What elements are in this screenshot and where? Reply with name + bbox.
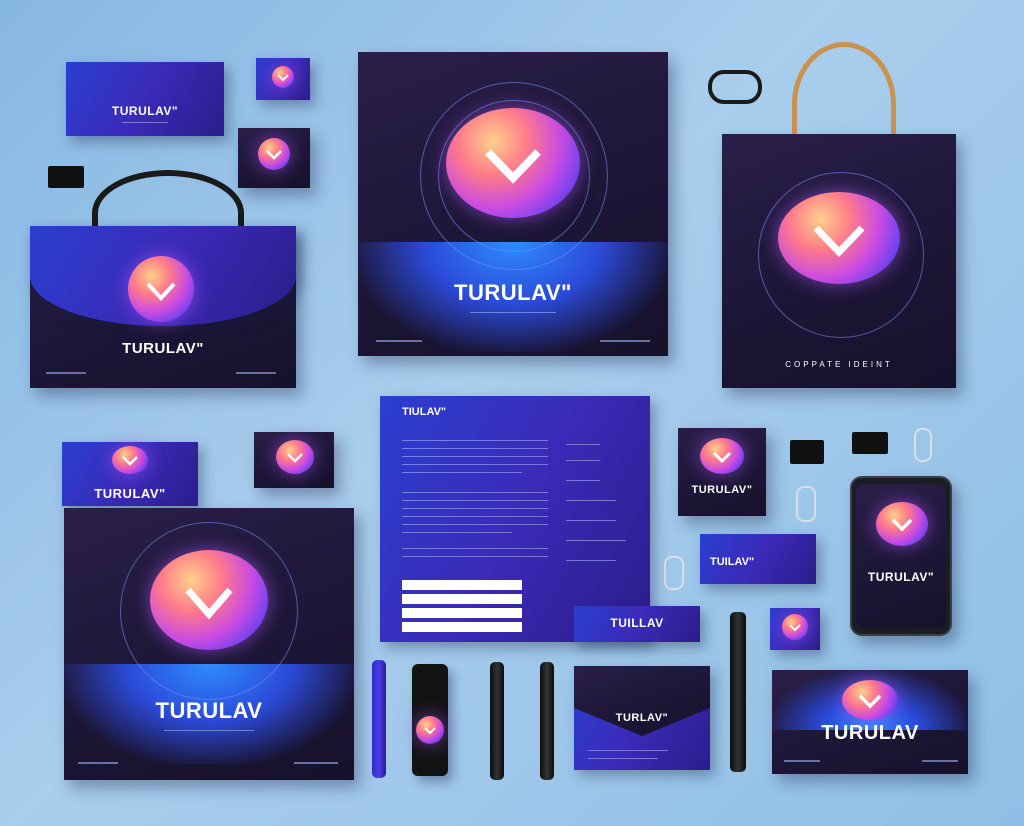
paperclip xyxy=(914,428,932,462)
binder-clip xyxy=(852,432,888,454)
brand-text: TURULAV" xyxy=(111,104,179,118)
brand-orb-icon xyxy=(842,680,898,720)
poster-line xyxy=(78,762,118,764)
brand-text: TURULAV" xyxy=(867,570,935,584)
sidebar-line xyxy=(566,560,616,561)
business-card-right: TUILAV" xyxy=(700,534,816,584)
paperclip xyxy=(796,486,816,522)
cube-box-mid xyxy=(254,432,334,488)
text-line xyxy=(402,556,548,557)
envelope-flap xyxy=(574,666,710,736)
brand-orb-icon xyxy=(416,716,444,744)
text-line xyxy=(402,456,548,457)
card-line xyxy=(122,122,168,123)
pen xyxy=(372,660,386,778)
brand-orb-icon xyxy=(782,614,808,640)
sidebar-line xyxy=(566,460,600,461)
sidebar-line xyxy=(566,444,600,445)
bottle xyxy=(412,664,448,776)
binder-clip xyxy=(790,440,824,464)
brand-text: TURULAV" xyxy=(94,486,166,501)
sidebar-line xyxy=(566,500,616,501)
form-field xyxy=(402,608,522,618)
poster-line xyxy=(294,762,338,764)
strip-card: TUILLAV xyxy=(574,606,700,642)
binder-clip xyxy=(48,166,84,188)
envelope-line xyxy=(588,750,668,751)
shopping-bag-right: COPPATE IDEINT xyxy=(722,134,956,388)
brand-orb-icon xyxy=(276,440,314,474)
pen xyxy=(490,662,504,780)
brand-orb-icon xyxy=(150,550,268,650)
envelope: TURLAV" xyxy=(574,666,710,770)
tagline-text: COPPATE IDEINT xyxy=(785,360,893,369)
cube-box-small xyxy=(256,58,310,100)
sidebar-line xyxy=(566,520,616,521)
form-field xyxy=(402,594,522,604)
cube-box-right xyxy=(770,608,820,650)
square-card: TURULAV" xyxy=(678,428,766,516)
text-line xyxy=(402,524,548,525)
brand-orb-icon xyxy=(112,446,148,474)
brand-orb-icon xyxy=(778,192,900,284)
brand-text: TIULAV" xyxy=(402,406,447,418)
brand-text: TURULAV xyxy=(821,722,919,744)
phone-screen: TURULAV" xyxy=(856,484,946,628)
smartphone: TURULAV" xyxy=(850,476,952,636)
box-line xyxy=(784,760,820,762)
poster-top: TURULAV" xyxy=(358,52,668,356)
brand-orb-icon xyxy=(876,502,928,546)
pen xyxy=(730,612,746,772)
brand-orb-icon xyxy=(258,138,290,170)
poster-line xyxy=(376,340,422,342)
brand-orb-icon xyxy=(272,66,294,88)
poster-line xyxy=(470,312,556,313)
brand-text: TURLAV" xyxy=(615,712,669,724)
pen xyxy=(540,662,554,780)
bag-line xyxy=(236,372,276,374)
business-card-top-left: TURULAV" xyxy=(66,62,224,136)
accessory-ring xyxy=(708,70,762,104)
poster-line xyxy=(164,730,254,731)
text-line xyxy=(402,448,548,449)
text-line xyxy=(402,508,548,509)
text-line xyxy=(402,464,548,465)
brand-orb-icon xyxy=(446,108,580,218)
box-line xyxy=(922,760,958,762)
text-line xyxy=(402,492,548,493)
brand-text: TURULAV" xyxy=(122,340,204,357)
text-line xyxy=(402,516,548,517)
brand-text: TURULAV xyxy=(155,698,263,723)
box-bottom-right: TURULAV xyxy=(772,670,968,774)
text-line xyxy=(402,500,548,501)
brand-text: TUILAV" xyxy=(710,556,755,568)
text-line xyxy=(402,440,548,441)
box-mid-left: TURULAV" xyxy=(62,442,198,506)
form-field xyxy=(402,580,522,590)
text-line xyxy=(402,548,548,549)
poster-bottom: TURULAV xyxy=(64,508,354,780)
sidebar-line xyxy=(566,480,600,481)
brand-text: TURULAV" xyxy=(691,484,753,496)
text-line xyxy=(402,472,522,473)
text-line xyxy=(402,532,512,533)
cube-box-medium xyxy=(238,128,310,188)
brand-orb-icon xyxy=(700,438,744,474)
paperclip xyxy=(664,556,684,590)
envelope-line xyxy=(588,758,658,759)
shopping-bag-left: TURULAV" xyxy=(30,226,296,388)
form-field xyxy=(402,622,522,632)
brand-text: TUILLAV xyxy=(610,616,664,630)
poster-line xyxy=(600,340,650,342)
sidebar-line xyxy=(566,540,626,541)
brand-orb-icon xyxy=(128,256,194,322)
bag-line xyxy=(46,372,86,374)
brand-text: TURULAV" xyxy=(454,280,572,305)
